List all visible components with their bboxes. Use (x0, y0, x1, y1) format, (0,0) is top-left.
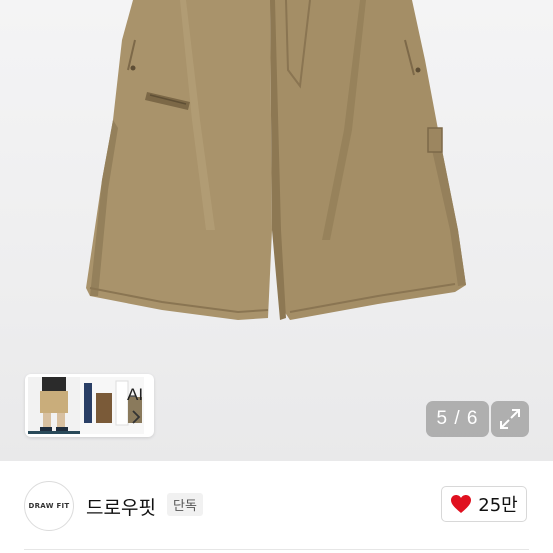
seller-avatar[interactable]: DRAW FIT (24, 481, 74, 531)
chevron-right-icon[interactable] (131, 410, 141, 424)
seller-row[interactable]: DRAW FIT 드로우핏 단독 25만 (0, 461, 553, 553)
exclusive-badge: 단독 (167, 493, 203, 516)
expand-icon (500, 409, 520, 429)
heart-icon (451, 495, 472, 513)
ai-label[interactable]: AI (127, 385, 143, 405)
divider (24, 549, 529, 550)
like-count: 25만 (478, 495, 518, 516)
expand-button[interactable] (491, 401, 529, 437)
avatar-logo-text: DRAW FIT (28, 502, 70, 510)
page-counter: 5 / 6 (426, 401, 489, 437)
like-button[interactable]: 25만 (441, 486, 527, 522)
seller-name[interactable]: 드로우핏 (86, 493, 156, 520)
ai-recommendation-card[interactable] (25, 374, 154, 437)
product-image-gallery[interactable]: AI 5 / 6 (0, 0, 553, 461)
